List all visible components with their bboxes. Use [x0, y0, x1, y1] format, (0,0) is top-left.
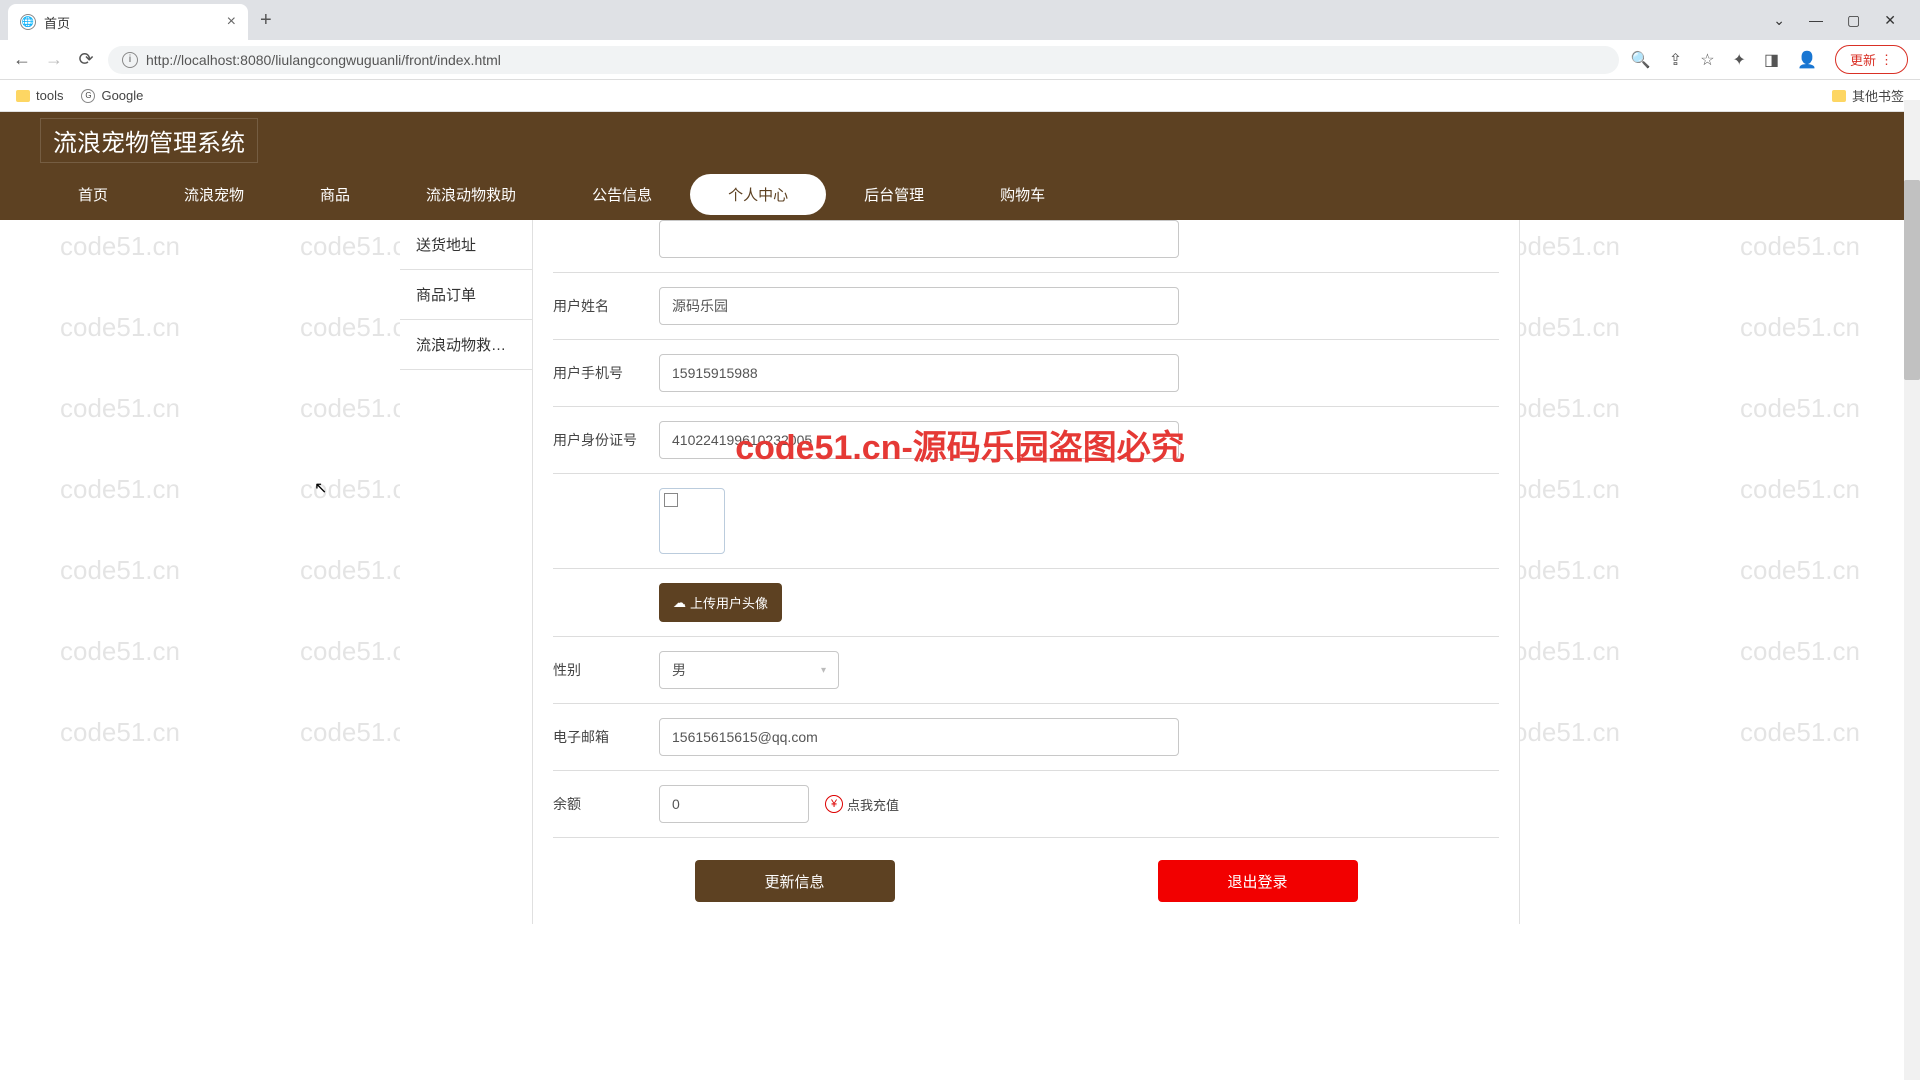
phone-label: 用户手机号	[553, 363, 643, 383]
nav-user-center[interactable]: 个人中心	[690, 174, 826, 215]
yen-icon: ¥	[825, 795, 843, 813]
side-menu: 送货地址 商品订单 流浪动物救…	[400, 220, 532, 924]
nav-cart[interactable]: 购物车	[962, 174, 1083, 215]
nav-stray-pets[interactable]: 流浪宠物	[146, 174, 282, 215]
upload-avatar-button[interactable]: ☁ 上传用户头像	[659, 583, 782, 622]
address-bar: ← → ⟳ i http://localhost:8080/liulangcon…	[0, 40, 1920, 80]
form-row-top-input	[553, 220, 1499, 273]
url-text: http://localhost:8080/liulangcongwuguanl…	[146, 52, 501, 68]
nav-products[interactable]: 商品	[282, 174, 388, 215]
sidebar-item-rescue[interactable]: 流浪动物救…	[400, 320, 532, 370]
idcard-label: 用户身份证号	[553, 430, 643, 450]
update-info-button[interactable]: 更新信息	[695, 860, 895, 902]
bookmark-tools[interactable]: tools	[16, 88, 63, 103]
sidebar-item-address[interactable]: 送货地址	[400, 220, 532, 270]
new-tab-button[interactable]: +	[260, 9, 272, 32]
profile-icon[interactable]: 👤	[1797, 50, 1817, 70]
browser-update-button[interactable]: 更新⋮	[1835, 45, 1908, 74]
minimize-icon[interactable]: —	[1809, 12, 1823, 28]
form-panel: 用户姓名 用户手机号 用户身份证号 ☁ 上	[532, 220, 1520, 924]
account-input[interactable]	[659, 220, 1179, 258]
bookmark-star-icon[interactable]: ☆	[1700, 50, 1714, 70]
folder-icon	[1832, 90, 1846, 102]
sidebar-item-orders[interactable]: 商品订单	[400, 270, 532, 320]
chevron-down-icon: ▾	[821, 665, 826, 676]
close-tab-icon[interactable]: ×	[227, 13, 236, 31]
form-row-avatar	[553, 474, 1499, 569]
logout-button[interactable]: 退出登录	[1158, 860, 1358, 902]
extensions-icon[interactable]: ✦	[1733, 50, 1746, 70]
folder-icon	[16, 90, 30, 102]
globe-icon: G	[81, 89, 95, 103]
maximize-icon[interactable]: ▢	[1847, 12, 1860, 29]
gender-label: 性别	[553, 660, 643, 680]
window-controls: ⌄ — ▢ ✕	[1773, 12, 1912, 29]
form-row-idcard: 用户身份证号	[553, 407, 1499, 474]
close-window-icon[interactable]: ✕	[1884, 12, 1896, 29]
username-input[interactable]	[659, 287, 1179, 325]
content-area: 送货地址 商品订单 流浪动物救… 用户姓名 用户手机号 用户身份证号	[0, 220, 1920, 924]
email-input[interactable]	[659, 718, 1179, 756]
bookmark-google[interactable]: G Google	[81, 88, 143, 103]
idcard-input[interactable]	[659, 421, 1179, 459]
share-icon[interactable]: ⇪	[1669, 50, 1682, 70]
bookmark-other[interactable]: 其他书签	[1832, 86, 1904, 105]
avatar-preview	[659, 488, 725, 554]
browser-chrome: 🌐 首页 × + ⌄ — ▢ ✕ ← → ⟳ i http://localhos…	[0, 0, 1920, 112]
form-row-username: 用户姓名	[553, 273, 1499, 340]
browser-tab[interactable]: 🌐 首页 ×	[8, 4, 248, 40]
info-icon: i	[122, 52, 138, 68]
username-label: 用户姓名	[553, 296, 643, 316]
nav-rescue[interactable]: 流浪动物救助	[388, 174, 554, 215]
form-row-balance: 余额 ¥ 点我充值	[553, 771, 1499, 838]
form-row-upload: ☁ 上传用户头像	[553, 569, 1499, 637]
form-row-phone: 用户手机号	[553, 340, 1499, 407]
reload-button[interactable]: ⟳	[76, 49, 96, 70]
recharge-link[interactable]: ¥ 点我充值	[825, 795, 899, 814]
page-scrollbar[interactable]	[1904, 100, 1920, 1080]
gender-select[interactable]: 男 ▾	[659, 651, 839, 689]
url-input[interactable]: i http://localhost:8080/liulangcongwugua…	[108, 46, 1619, 74]
tab-bar: 🌐 首页 × + ⌄ — ▢ ✕	[0, 0, 1920, 40]
address-icons: 🔍 ⇪ ☆ ✦ ◨ 👤 更新⋮	[1631, 45, 1908, 74]
back-button[interactable]: ←	[12, 49, 32, 70]
chevron-down-icon[interactable]: ⌄	[1773, 12, 1785, 29]
zoom-icon[interactable]: 🔍	[1631, 50, 1651, 70]
sidepanel-icon[interactable]: ◨	[1764, 50, 1779, 70]
forward-button[interactable]: →	[44, 49, 64, 70]
bookmarks-bar: tools G Google 其他书签	[0, 80, 1920, 112]
nav-home[interactable]: 首页	[40, 174, 146, 215]
action-row: 更新信息 退出登录	[553, 838, 1499, 924]
nav-admin[interactable]: 后台管理	[826, 174, 962, 215]
gender-value: 男	[672, 660, 686, 680]
app-header: 流浪宠物管理系统	[0, 112, 1920, 168]
broken-image-icon	[664, 493, 678, 507]
globe-icon: 🌐	[20, 14, 36, 30]
balance-input[interactable]	[659, 785, 809, 823]
scrollbar-thumb[interactable]	[1904, 180, 1920, 380]
nav-announcements[interactable]: 公告信息	[554, 174, 690, 215]
form-row-gender: 性别 男 ▾	[553, 637, 1499, 704]
app-nav: 首页 流浪宠物 商品 流浪动物救助 公告信息 个人中心 后台管理 购物车	[0, 168, 1920, 220]
phone-input[interactable]	[659, 354, 1179, 392]
tab-title: 首页	[44, 13, 70, 32]
cloud-upload-icon: ☁	[673, 595, 686, 611]
app-title: 流浪宠物管理系统	[40, 118, 258, 163]
form-row-email: 电子邮箱	[553, 704, 1499, 771]
balance-label: 余额	[553, 794, 643, 814]
email-label: 电子邮箱	[553, 727, 643, 747]
